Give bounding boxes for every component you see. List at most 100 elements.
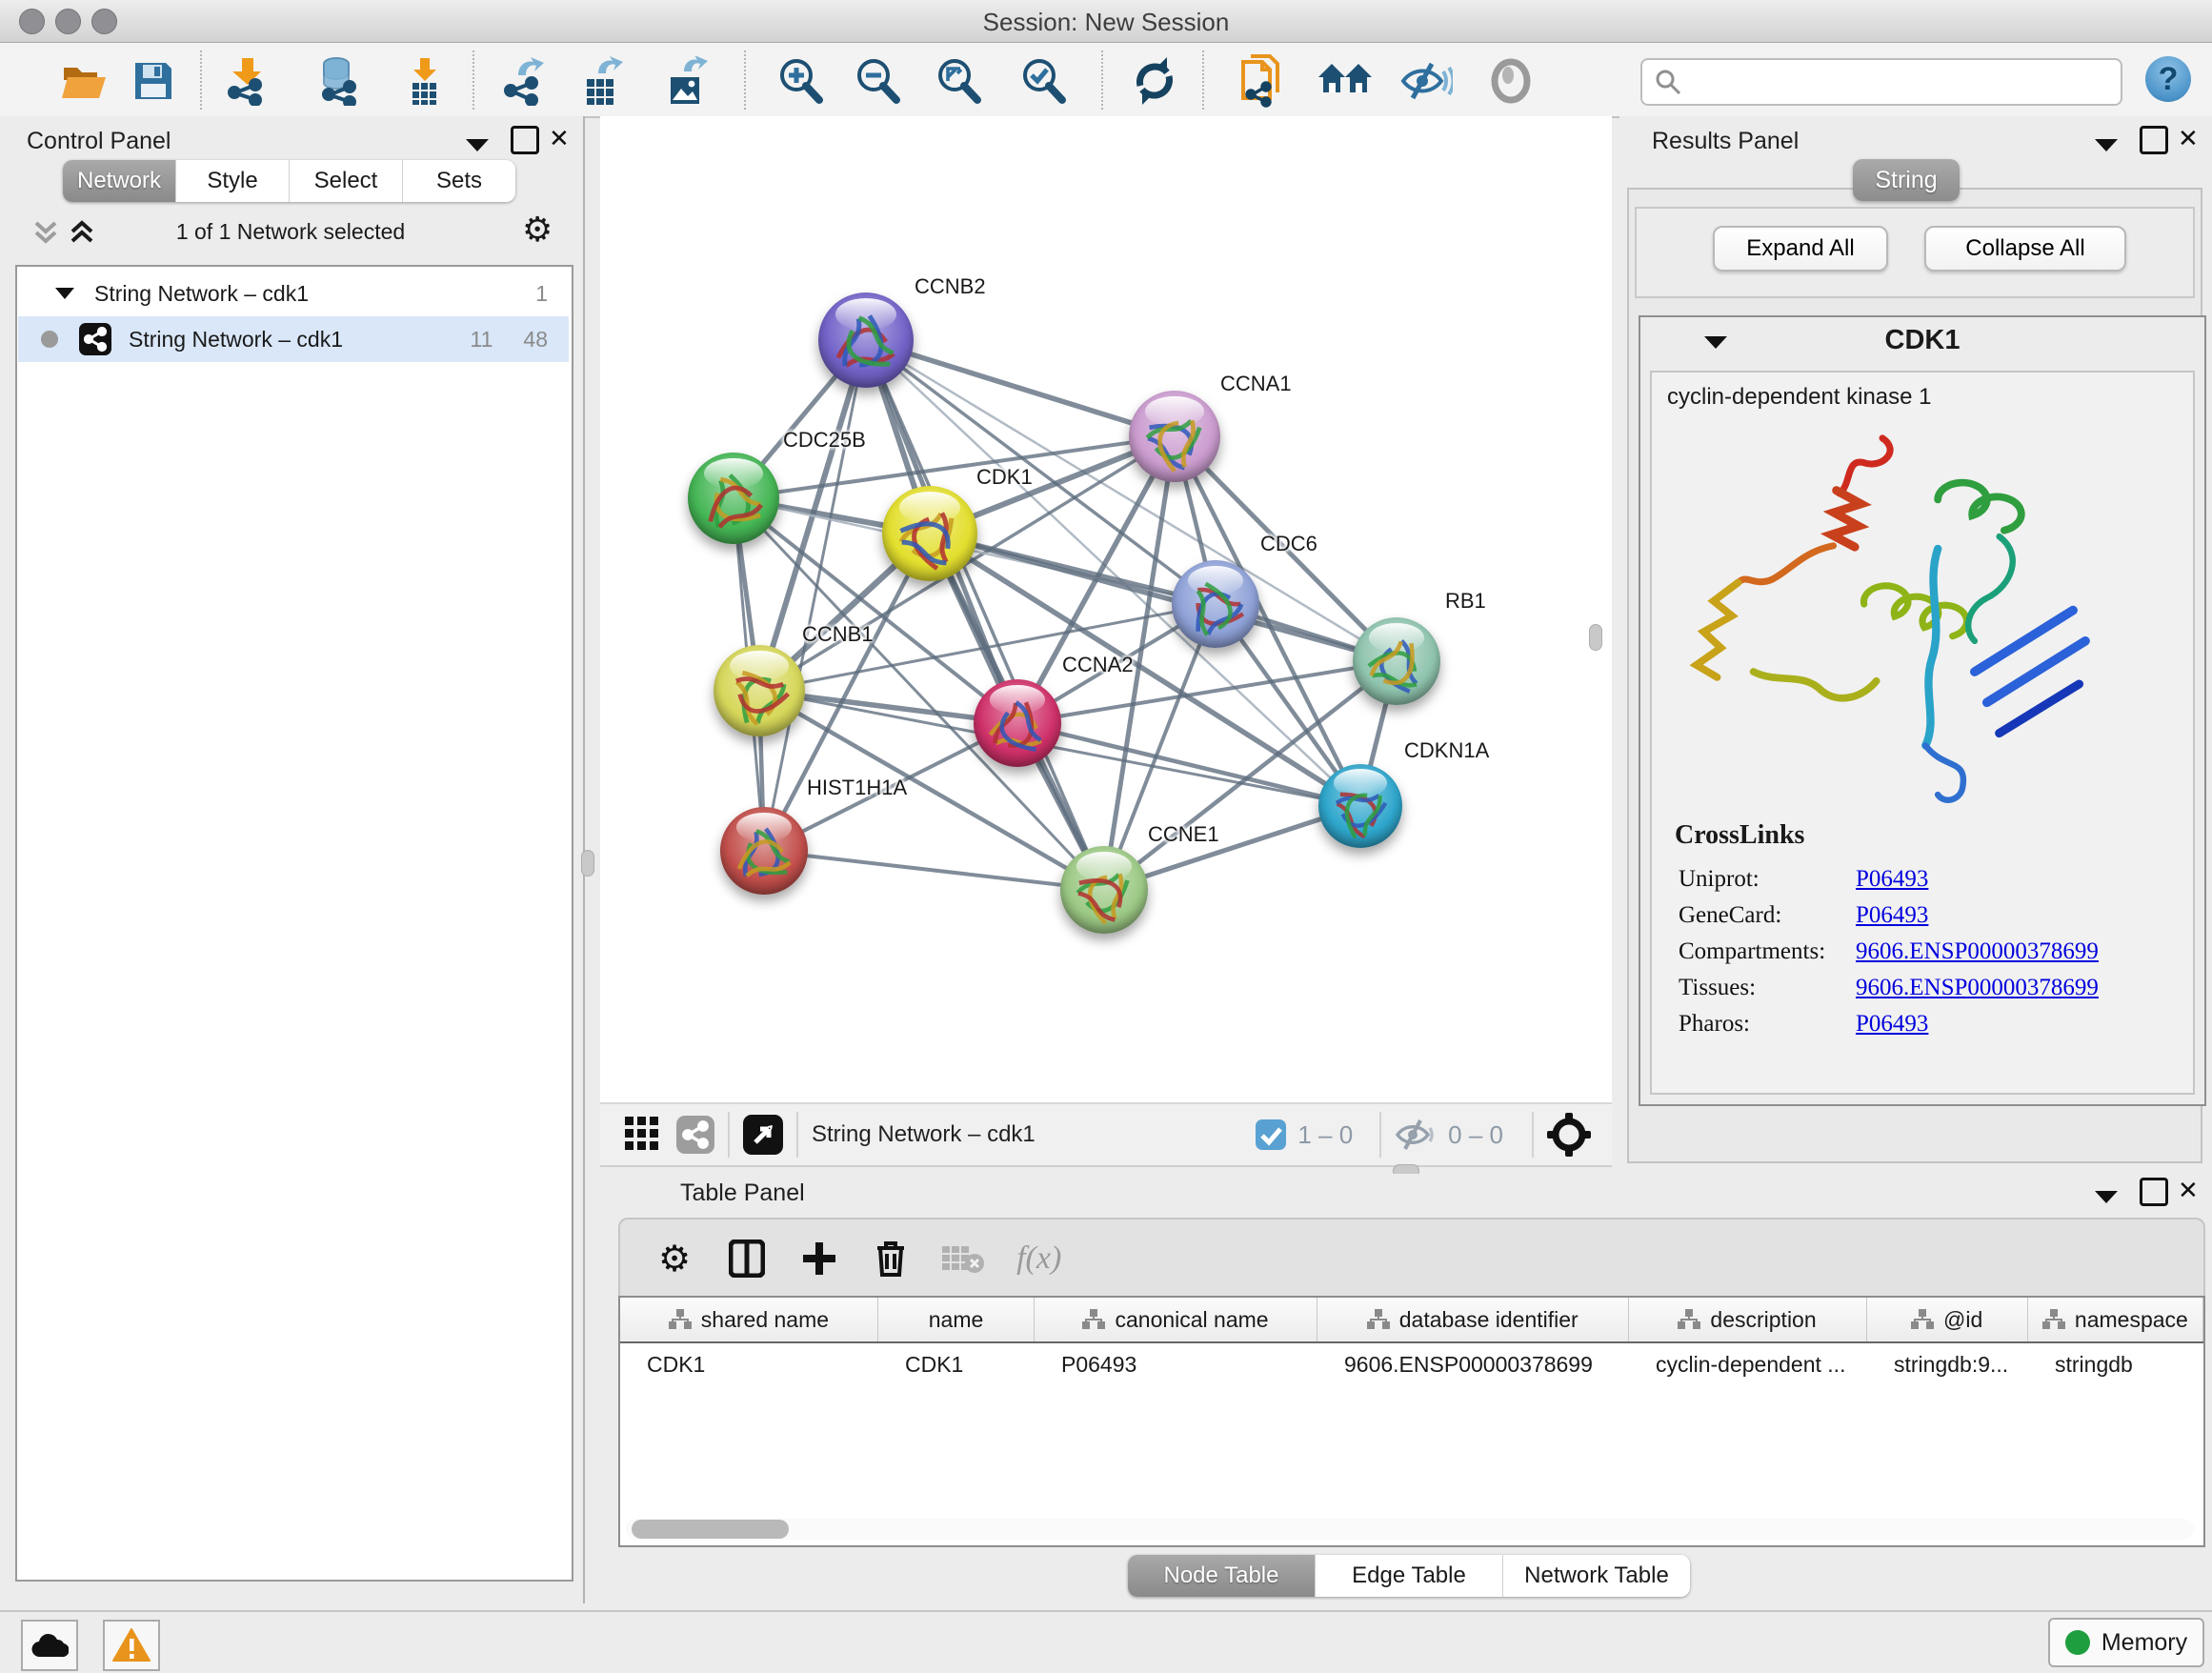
export-table-button[interactable] <box>576 54 630 108</box>
column-header-namespace[interactable]: namespace <box>2028 1298 2203 1341</box>
node-HIST1H1A[interactable] <box>720 807 808 895</box>
table-cell[interactable]: CDK1 <box>878 1343 1035 1385</box>
table-gear-icon[interactable]: ⚙ <box>658 1238 691 1280</box>
panel-float-icon[interactable] <box>2140 1178 2168 1206</box>
table-cell[interactable]: 9606.ENSP00000378699 <box>1317 1343 1629 1385</box>
table-cell[interactable]: cyclin-dependent ... <box>1629 1343 1867 1385</box>
crosslink-link[interactable]: P06493 <box>1856 902 1928 929</box>
refresh-button[interactable] <box>1128 54 1181 108</box>
crosslink-link[interactable]: P06493 <box>1856 1011 1928 1038</box>
tab-select[interactable]: Select <box>290 160 403 202</box>
edge-CCNB2-CCNE1[interactable] <box>866 340 1104 890</box>
selected-checkbox-icon[interactable] <box>1256 1119 1286 1150</box>
houses-icon-button[interactable] <box>1318 54 1372 108</box>
scrollbar-thumb[interactable] <box>632 1520 789 1539</box>
lens-icon-button[interactable] <box>1484 54 1538 108</box>
export-image-button[interactable] <box>660 54 714 108</box>
edge-CDK1-RB1[interactable] <box>930 534 1397 661</box>
node-CDKN1A[interactable] <box>1318 764 1402 848</box>
netbar-separator <box>1532 1112 1534 1158</box>
node-CCNA2[interactable] <box>974 679 1061 767</box>
memory-button[interactable]: Memory <box>2048 1618 2204 1667</box>
vertical-splitter-handle[interactable] <box>581 850 594 877</box>
tab-sets[interactable]: Sets <box>403 160 515 202</box>
import-table-button[interactable] <box>396 54 450 108</box>
panel-float-icon[interactable] <box>2140 126 2168 154</box>
table-cell[interactable]: P06493 <box>1035 1343 1317 1385</box>
panel-collapse-icon[interactable] <box>465 137 490 152</box>
panel-collapse-icon[interactable] <box>2094 1189 2119 1204</box>
node-CDC25B[interactable] <box>688 453 779 544</box>
panel-float-icon[interactable] <box>511 126 539 154</box>
network-from-document-button[interactable] <box>1236 54 1289 108</box>
crosslink-link[interactable]: P06493 <box>1856 866 1928 893</box>
column-header-database-identifier[interactable]: database identifier <box>1317 1298 1629 1341</box>
table-cell[interactable]: stringdb <box>2028 1343 2203 1385</box>
tab-edge-table[interactable]: Edge Table <box>1316 1555 1503 1597</box>
node-CDC6[interactable] <box>1172 560 1259 648</box>
tree-expand-icon[interactable] <box>54 287 75 300</box>
vertical-splitter-handle[interactable] <box>1589 624 1602 651</box>
hide-graphics-button[interactable] <box>1399 54 1453 108</box>
open-in-window-icon[interactable] <box>743 1115 783 1155</box>
table-cell[interactable]: stringdb:9... <box>1867 1343 2028 1385</box>
table-row[interactable]: CDK1CDK1P064939606.ENSP00000378699cyclin… <box>620 1343 2203 1385</box>
column-header-@id[interactable]: @id <box>1867 1298 2028 1341</box>
column-header-description[interactable]: description <box>1629 1298 1867 1341</box>
import-network-database-button[interactable] <box>312 54 365 108</box>
edge-CCNB2-HIST1H1A[interactable] <box>764 340 866 851</box>
crosslink-link[interactable]: 9606.ENSP00000378699 <box>1856 938 2099 965</box>
tab-node-table[interactable]: Node Table <box>1128 1555 1316 1597</box>
node-CCNB2[interactable] <box>818 292 914 388</box>
tab-network-table[interactable]: Network Table <box>1503 1555 1690 1597</box>
node-CDK1[interactable] <box>882 486 977 581</box>
zoom-in-button[interactable] <box>774 54 827 108</box>
warning-button[interactable] <box>103 1620 160 1671</box>
columns-icon[interactable] <box>729 1240 765 1278</box>
zoom-selected-button[interactable] <box>1016 54 1070 108</box>
add-column-icon[interactable] <box>801 1240 837 1277</box>
network-collection-row[interactable]: String Network – cdk1 1 <box>18 271 569 316</box>
tab-string[interactable]: String <box>1853 159 1960 201</box>
grid-view-icon[interactable] <box>625 1117 661 1153</box>
zoom-out-button[interactable] <box>851 54 904 108</box>
save-session-button[interactable] <box>127 54 180 108</box>
tab-network[interactable]: Network <box>63 160 176 202</box>
collapse-all-tree-icon[interactable] <box>69 217 95 246</box>
cloud-button[interactable] <box>21 1620 78 1671</box>
search-input[interactable] <box>1640 58 2122 106</box>
node-CCNA1[interactable] <box>1129 391 1220 482</box>
expand-all-tree-icon[interactable] <box>32 217 59 246</box>
node-RB1[interactable] <box>1353 617 1440 705</box>
tab-style[interactable]: Style <box>176 160 290 202</box>
expand-all-button[interactable]: Expand All <box>1713 226 1888 272</box>
results-content-box: Expand All Collapse All CDK1 cyclin-depe… <box>1627 188 2202 1163</box>
node-CCNE1[interactable] <box>1060 846 1148 934</box>
birdseye-crosshair-icon[interactable] <box>1547 1113 1591 1157</box>
hidden-eye-slash-icon[interactable] <box>1395 1118 1437 1152</box>
delete-column-icon[interactable] <box>874 1239 908 1279</box>
crosslink-link[interactable]: 9606.ENSP00000378699 <box>1856 975 2099 1001</box>
column-header-canonical-name[interactable]: canonical name <box>1035 1298 1317 1341</box>
import-network-file-button[interactable] <box>220 54 273 108</box>
table-cell[interactable]: CDK1 <box>620 1343 878 1385</box>
export-network-button[interactable] <box>498 54 552 108</box>
column-header-name[interactable]: name <box>878 1298 1035 1341</box>
edge-HIST1H1A-CCNE1[interactable] <box>764 851 1104 890</box>
panel-close-icon[interactable]: ✕ <box>2178 126 2199 151</box>
node-CCNB1[interactable] <box>714 645 805 736</box>
network-share-icon[interactable] <box>676 1116 714 1154</box>
panel-collapse-icon[interactable] <box>2094 137 2119 152</box>
network-row-selected[interactable]: String Network – cdk1 11 48 <box>18 316 569 362</box>
network-canvas[interactable]: CCNB2CCNA1CDC25BCDK1CDC6RB1CCNB1CCNA2CDK… <box>600 116 1612 1102</box>
column-header-shared-name[interactable]: shared name <box>620 1298 878 1341</box>
panel-close-icon[interactable]: ✕ <box>2178 1178 2199 1202</box>
help-button[interactable]: ? <box>2145 56 2191 102</box>
node-structure-thumbnail <box>714 651 805 742</box>
gear-icon[interactable]: ⚙ <box>522 210 553 250</box>
collapse-all-button[interactable]: Collapse All <box>1924 226 2126 272</box>
zoom-fit-button[interactable] <box>932 54 985 108</box>
table-horizontal-scrollbar[interactable] <box>626 1519 2194 1540</box>
open-session-button[interactable] <box>58 54 111 108</box>
panel-close-icon[interactable]: ✕ <box>549 126 570 151</box>
